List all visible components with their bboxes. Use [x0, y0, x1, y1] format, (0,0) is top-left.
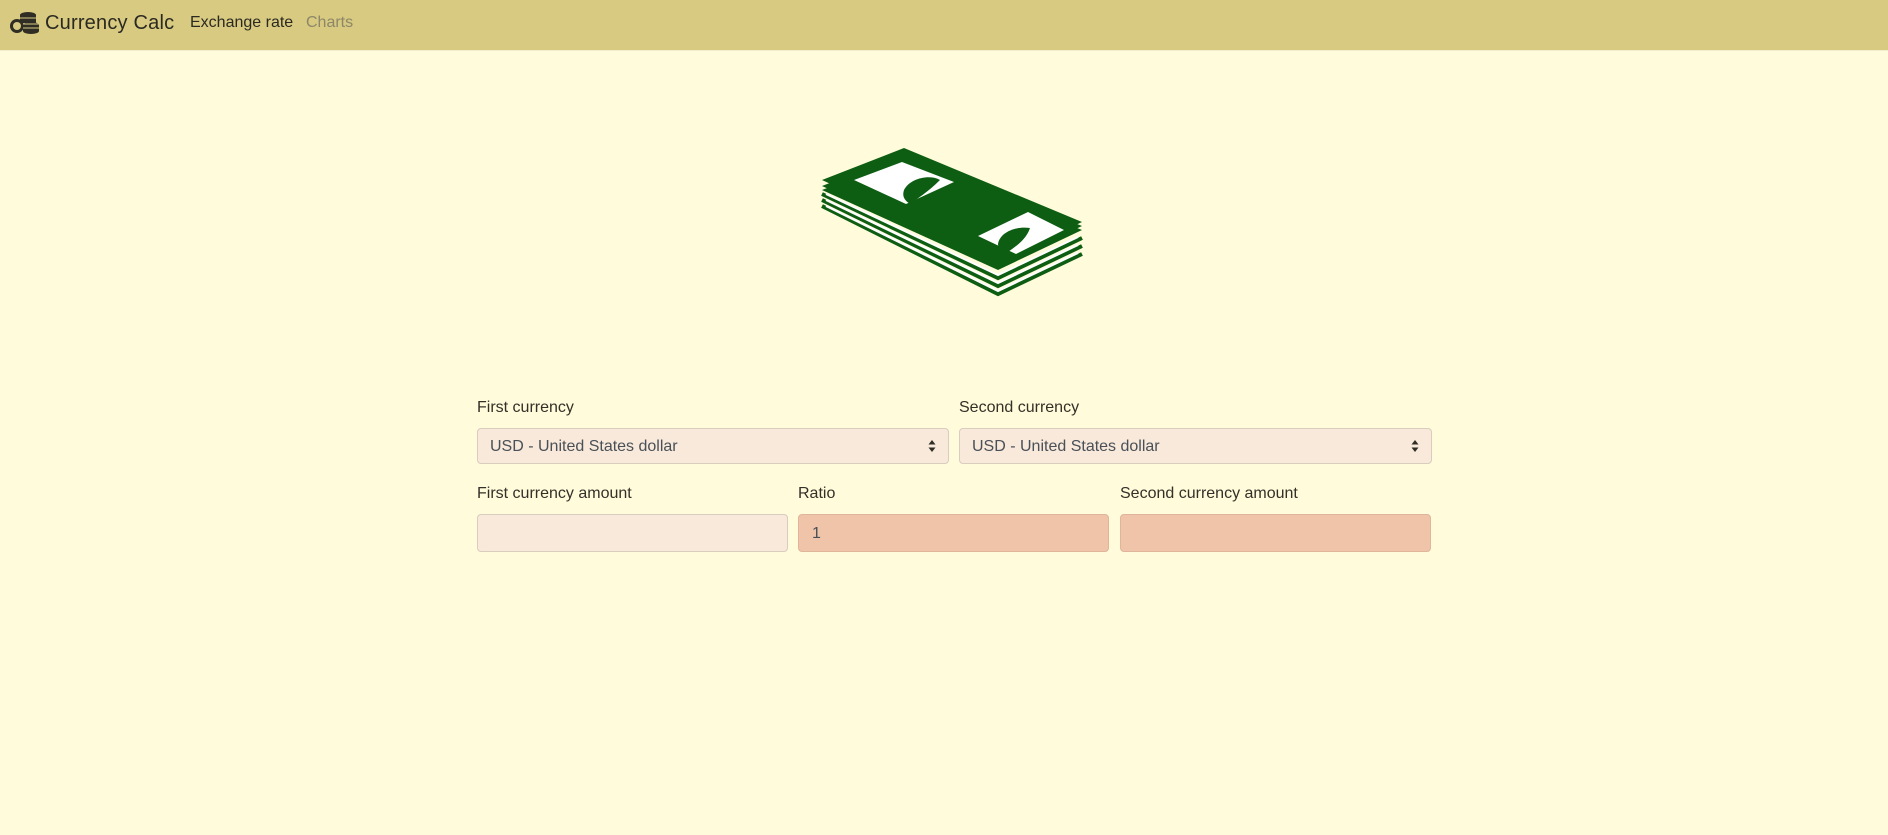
- first-currency-select-value: USD - United States dollar: [490, 438, 678, 455]
- top-navbar: Currency Calc Exchange rate Charts: [0, 0, 1888, 50]
- second-currency-label: Second currency: [959, 399, 1080, 416]
- coins-icon: [10, 12, 39, 34]
- brand-text: Currency Calc: [45, 11, 175, 34]
- first-currency-select[interactable]: USD - United States dollar: [477, 428, 949, 464]
- nav-link-exchange-rate[interactable]: Exchange rate: [190, 14, 293, 32]
- second-currency-select-value: USD - United States dollar: [972, 438, 1160, 455]
- second-currency-amount-input[interactable]: [1120, 514, 1431, 552]
- brand-link[interactable]: Currency Calc: [9, 9, 174, 37]
- ratio-label: Ratio: [798, 485, 836, 502]
- first-currency-amount-label: First currency amount: [477, 485, 632, 502]
- first-currency-label: First currency: [477, 399, 574, 416]
- second-currency-select[interactable]: USD - United States dollar: [959, 428, 1432, 464]
- money-stack-icon: [821, 148, 1083, 297]
- second-currency-amount-label: Second currency amount: [1120, 485, 1298, 502]
- ratio-value: 1: [812, 525, 821, 542]
- first-currency-amount-input[interactable]: [477, 514, 788, 552]
- ratio-input[interactable]: 1: [798, 514, 1109, 552]
- select-caret-icon: [1411, 440, 1419, 452]
- select-caret-icon: [928, 440, 936, 452]
- nav-link-charts[interactable]: Charts: [306, 14, 353, 32]
